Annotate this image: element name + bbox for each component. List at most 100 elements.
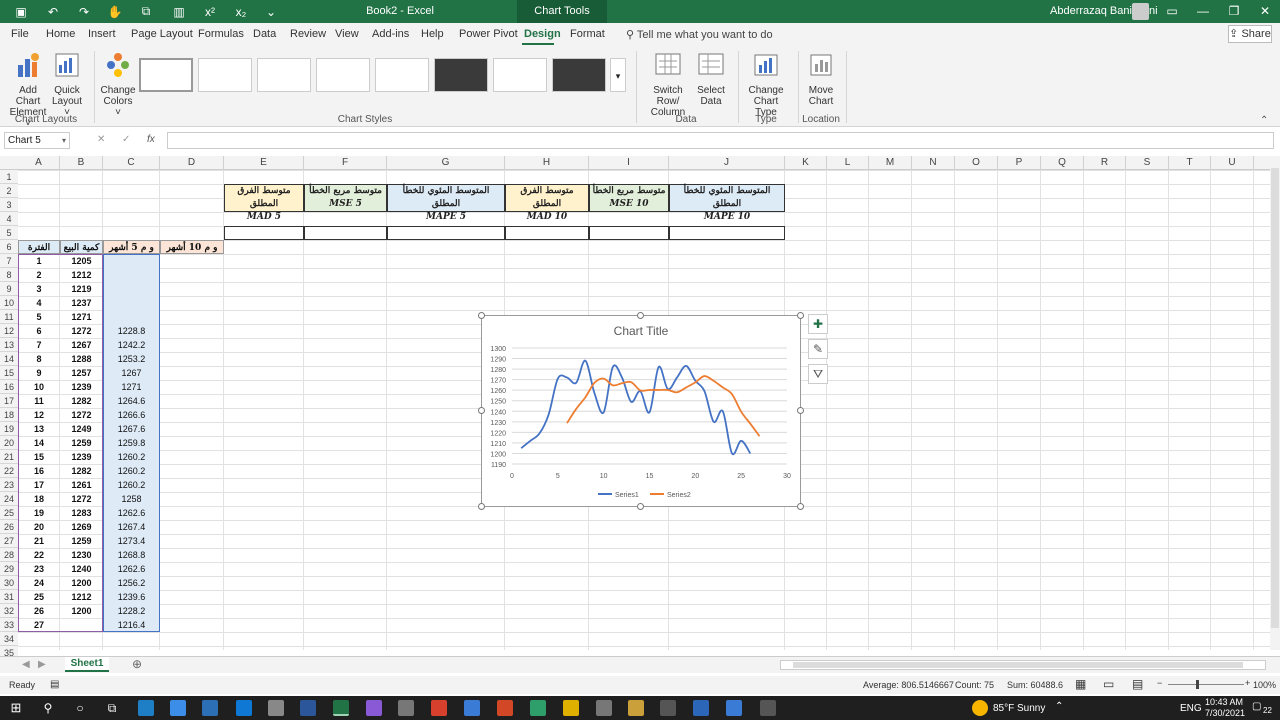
word-icon[interactable] bbox=[300, 700, 316, 716]
column-header-m[interactable]: M bbox=[869, 156, 912, 170]
tab-formulas[interactable]: Formulas bbox=[198, 28, 244, 40]
column-header-r[interactable]: R bbox=[1084, 156, 1126, 170]
chart-styles-more-icon[interactable]: ▾ bbox=[610, 58, 626, 92]
period-cell[interactable]: 19 bbox=[18, 506, 60, 520]
column-header-s[interactable]: S bbox=[1126, 156, 1169, 170]
tab-home[interactable]: Home bbox=[46, 28, 75, 40]
row-header[interactable]: 9 bbox=[0, 282, 18, 296]
ma5-cell[interactable] bbox=[103, 282, 160, 296]
row-header[interactable]: 19 bbox=[0, 422, 18, 436]
ma5-cell[interactable]: 1259.8 bbox=[103, 436, 160, 450]
tab-data[interactable]: Data bbox=[253, 28, 276, 40]
ma5-cell[interactable]: 1267 bbox=[103, 366, 160, 380]
normal-view-icon[interactable]: ▦ bbox=[1075, 677, 1086, 691]
close-icon[interactable]: ✕ bbox=[1250, 0, 1280, 23]
tab-view[interactable]: View bbox=[335, 28, 359, 40]
column-header-h[interactable]: H bbox=[505, 156, 589, 170]
period-cell[interactable]: 18 bbox=[18, 492, 60, 506]
sales-cell[interactable] bbox=[60, 618, 103, 632]
measure-value-cell[interactable] bbox=[387, 226, 505, 240]
chart-style-3[interactable] bbox=[257, 58, 311, 92]
period-cell[interactable]: 17 bbox=[18, 478, 60, 492]
insert-function-icon[interactable]: fx bbox=[147, 134, 155, 145]
ma5-cell[interactable] bbox=[103, 296, 160, 310]
app-icon[interactable] bbox=[398, 700, 414, 716]
tab-page-layout[interactable]: Page Layout bbox=[131, 28, 193, 40]
ma5-cell[interactable]: 1216.4 bbox=[103, 618, 160, 632]
row-header[interactable]: 8 bbox=[0, 268, 18, 282]
ma5-cell[interactable]: 1271 bbox=[103, 380, 160, 394]
prev-sheet-icon[interactable]: ◀ bbox=[22, 659, 30, 670]
sales-cell[interactable]: 1200 bbox=[60, 576, 103, 590]
tab-insert[interactable]: Insert bbox=[88, 28, 116, 40]
resize-handle[interactable] bbox=[637, 503, 644, 510]
zoom-out-icon[interactable]: − bbox=[1157, 678, 1162, 688]
column-header-c[interactable]: C bbox=[103, 156, 160, 170]
row-header[interactable]: 12 bbox=[0, 324, 18, 338]
resize-handle[interactable] bbox=[797, 312, 804, 319]
period-cell[interactable]: 8 bbox=[18, 352, 60, 366]
sales-cell[interactable]: 1249 bbox=[60, 422, 103, 436]
column-header-d[interactable]: D bbox=[160, 156, 224, 170]
sales-cell[interactable]: 1239 bbox=[60, 380, 103, 394]
switch-row-column-button[interactable]: Switch Row/ Column bbox=[642, 51, 694, 118]
weather-sun-icon[interactable] bbox=[972, 700, 988, 716]
task-view-icon[interactable]: ⧉ bbox=[104, 700, 120, 716]
period-cell[interactable]: 22 bbox=[18, 548, 60, 562]
ma5-cell[interactable]: 1260.2 bbox=[103, 450, 160, 464]
period-cell[interactable]: 2 bbox=[18, 268, 60, 282]
measure-header-f[interactable]: متوسط مربع الخطأ MSE 5 bbox=[304, 184, 387, 212]
ma5-cell[interactable]: 1268.8 bbox=[103, 548, 160, 562]
measure-value-cell[interactable] bbox=[224, 226, 304, 240]
measure-value-cell[interactable] bbox=[669, 226, 785, 240]
column-header-a[interactable]: A bbox=[18, 156, 60, 170]
tab-file[interactable]: File bbox=[11, 28, 29, 40]
formula-input[interactable] bbox=[167, 132, 1274, 149]
chart-styles-brush-icon[interactable]: ✎ bbox=[808, 339, 828, 359]
tab-format[interactable]: Format bbox=[570, 28, 605, 40]
period-cell[interactable]: 23 bbox=[18, 562, 60, 576]
table-header-b[interactable]: كمية البيع bbox=[60, 240, 103, 254]
zoom-slider-thumb[interactable] bbox=[1196, 680, 1199, 689]
mail-icon[interactable] bbox=[236, 700, 252, 716]
row-header[interactable]: 18 bbox=[0, 408, 18, 422]
period-cell[interactable]: 4 bbox=[18, 296, 60, 310]
measure-header-e[interactable]: متوسط الفرق المطلق MAD 5 bbox=[224, 184, 304, 222]
notifications-icon[interactable]: ▢ bbox=[1252, 701, 1261, 712]
measure-header-h[interactable]: متوسط الفرق المطلق MAD 10 bbox=[505, 184, 589, 222]
sales-cell[interactable]: 1205 bbox=[60, 254, 103, 268]
period-cell[interactable]: 24 bbox=[18, 576, 60, 590]
vertical-scrollbar[interactable] bbox=[1270, 156, 1280, 650]
next-sheet-icon[interactable]: ▶ bbox=[38, 659, 46, 670]
ma5-cell[interactable]: 1260.2 bbox=[103, 464, 160, 478]
zoom-level[interactable]: 100% bbox=[1253, 680, 1276, 690]
sales-cell[interactable]: 1257 bbox=[60, 366, 103, 380]
ma5-cell[interactable] bbox=[103, 268, 160, 282]
row-header[interactable]: 24 bbox=[0, 492, 18, 506]
sales-cell[interactable]: 1272 bbox=[60, 408, 103, 422]
row-header[interactable]: 21 bbox=[0, 450, 18, 464]
page-break-view-icon[interactable]: ▤ bbox=[1132, 677, 1143, 691]
chart-style-7[interactable] bbox=[493, 58, 547, 92]
column-header-o[interactable]: O bbox=[955, 156, 998, 170]
sales-cell[interactable]: 1259 bbox=[60, 534, 103, 548]
row-header[interactable]: 1 bbox=[0, 170, 18, 184]
app-icon[interactable] bbox=[760, 700, 776, 716]
cortana-icon[interactable]: ○ bbox=[72, 700, 88, 716]
period-cell[interactable]: 10 bbox=[18, 380, 60, 394]
tray-chevron-icon[interactable]: ⌃ bbox=[1055, 701, 1063, 712]
measure-header-j[interactable]: المتوسط المئوي للخطأ المطلق MAPE 10 bbox=[669, 184, 785, 222]
page-layout-view-icon[interactable]: ▭ bbox=[1103, 677, 1114, 691]
column-header-n[interactable]: N bbox=[912, 156, 955, 170]
ma5-cell[interactable]: 1242.2 bbox=[103, 338, 160, 352]
ma5-cell[interactable]: 1262.6 bbox=[103, 506, 160, 520]
row-header[interactable]: 20 bbox=[0, 436, 18, 450]
resize-handle[interactable] bbox=[797, 407, 804, 414]
row-header[interactable]: 7 bbox=[0, 254, 18, 268]
period-cell[interactable]: 1 bbox=[18, 254, 60, 268]
period-cell[interactable]: 9 bbox=[18, 366, 60, 380]
app-icon[interactable] bbox=[596, 700, 612, 716]
resize-handle[interactable] bbox=[797, 503, 804, 510]
tab-help[interactable]: Help bbox=[421, 28, 444, 40]
chart-style-6[interactable] bbox=[434, 58, 488, 92]
